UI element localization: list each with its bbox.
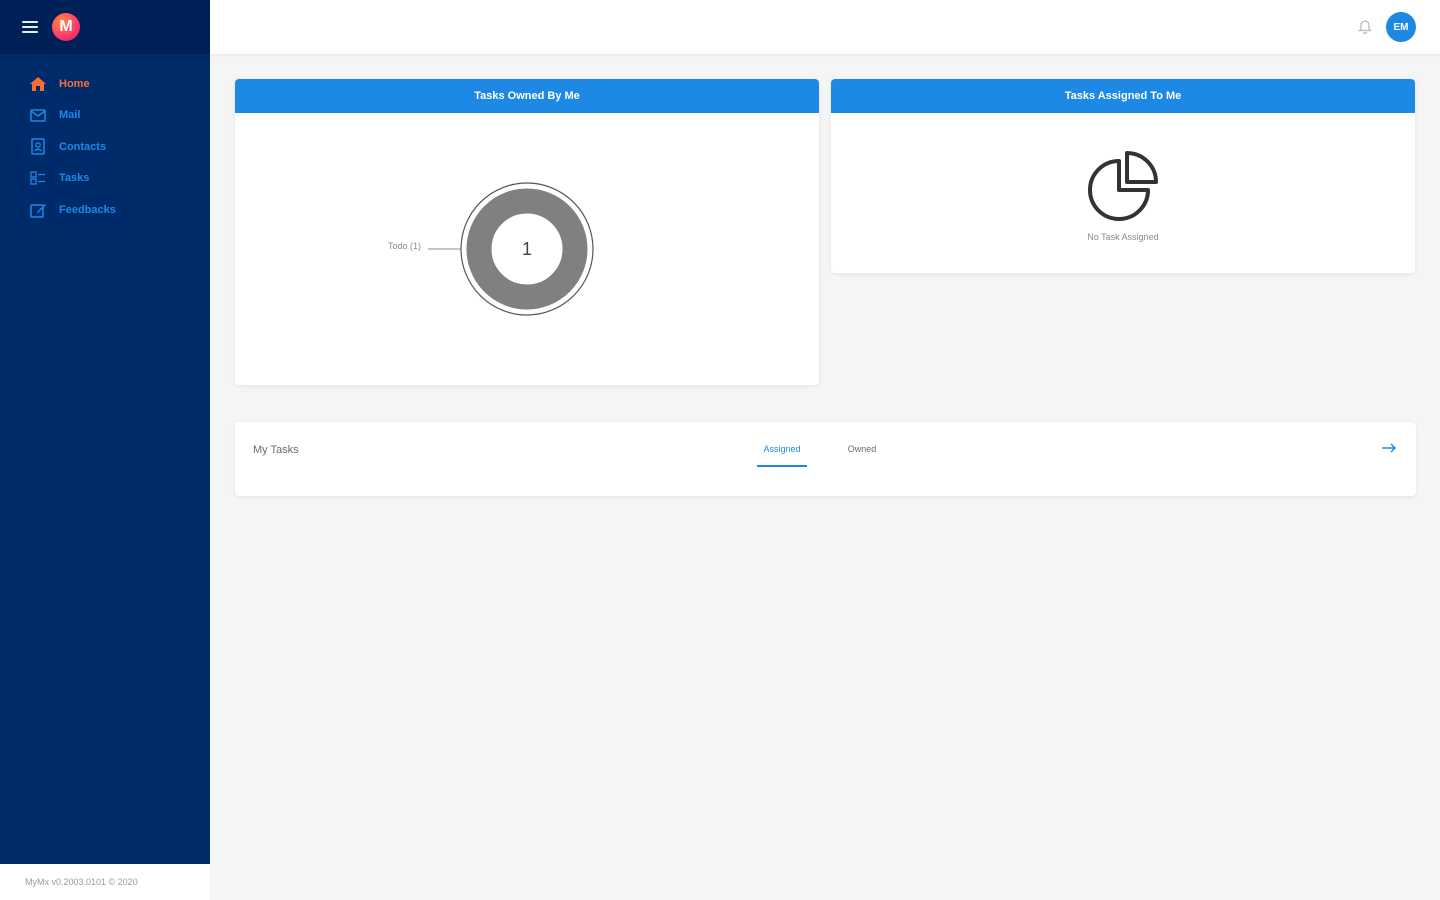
sidebar-item-label: Contacts [59,140,107,153]
arrow-right-icon[interactable] [1379,440,1399,456]
card-title: Tasks Owned By Me [235,79,819,113]
tab-owned[interactable]: Owned [842,444,882,454]
sidebar-item-label: Home [59,77,90,90]
empty-chart: No Task Assigned [831,113,1415,273]
menu-icon[interactable] [22,21,38,33]
sidebar-item-contacts[interactable]: Contacts [0,131,210,163]
app-footer: MyMx v0.2003.0101 © 2020 [0,864,210,900]
feedback-icon [29,201,47,219]
sidebar-nav: Home Mail Contacts Tasks Feedbacks [0,68,210,226]
bell-icon[interactable] [1357,18,1373,35]
app-logo[interactable]: M [52,13,80,41]
pie-chart-icon [1083,149,1163,229]
tasks-assigned-card: Tasks Assigned To Me No Task Assigned [831,79,1415,273]
sidebar-item-label: Feedbacks [59,203,116,216]
active-tab-indicator [757,465,807,467]
card-title: Tasks Assigned To Me [831,79,1415,113]
tasks-icon [29,169,47,187]
sidebar-item-label: Mail [59,109,81,122]
my-tasks-card: My Tasks Assigned Owned [235,422,1416,496]
sidebar-item-tasks[interactable]: Tasks [0,163,210,195]
donut-center-value: 1 [522,239,532,259]
contacts-icon [29,138,47,156]
top-header: EM [210,0,1440,54]
owned-chart: Todo (1) 1 [235,113,819,385]
empty-state-text: No Task Assigned [1087,232,1159,242]
sidebar-top: M [0,0,210,54]
sidebar-item-home[interactable]: Home [0,68,210,100]
sidebar: M Home Mail Contacts Tasks Feedbacks [0,0,210,864]
sidebar-item-mail[interactable]: Mail [0,100,210,132]
sidebar-item-label: Tasks [59,172,90,185]
sidebar-item-feedbacks[interactable]: Feedbacks [0,194,210,226]
my-tasks-title: My Tasks [253,444,299,456]
tasks-owned-card: Tasks Owned By Me Todo (1) 1 [235,79,819,385]
slice-label-todo: Todo (1) [388,241,421,251]
mail-icon [29,106,47,124]
home-icon [29,75,47,93]
user-avatar[interactable]: EM [1386,12,1416,42]
tab-assigned[interactable]: Assigned [757,444,807,454]
